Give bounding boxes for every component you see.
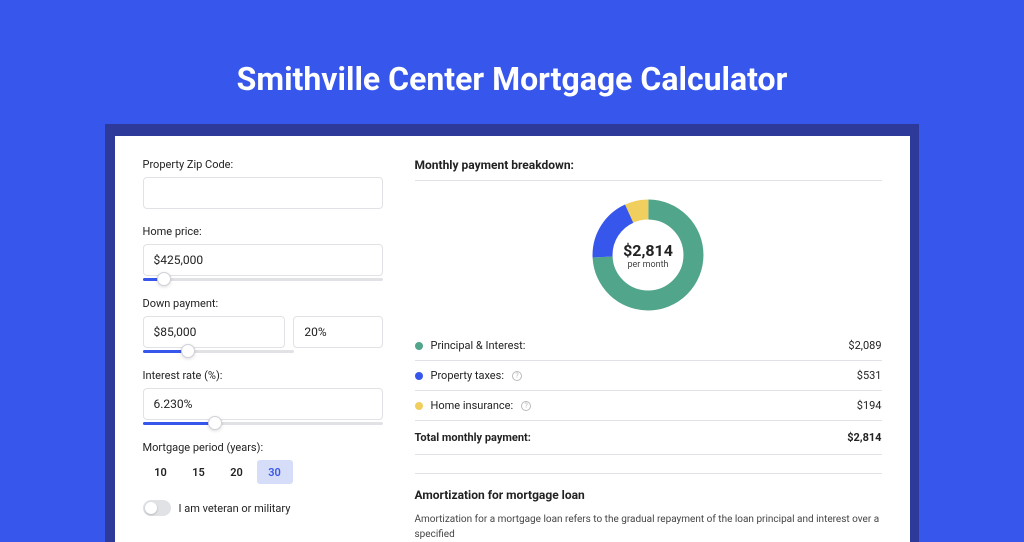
down-slider[interactable] [143,350,294,353]
rate-slider[interactable] [143,422,383,425]
down-percent-input[interactable] [293,316,382,348]
legend-row-taxes: Property taxes: ? $531 [415,360,882,390]
info-icon[interactable]: ? [521,401,531,411]
breakdown-title: Monthly payment breakdown: [415,158,882,181]
down-slider-thumb[interactable] [181,344,195,358]
period-btn-30[interactable]: 30 [257,460,293,484]
period-buttons: 10 15 20 30 [143,460,383,484]
donut-sublabel: per month [627,260,668,270]
legend-value: $531 [857,369,882,382]
price-input[interactable] [143,244,383,276]
rate-slider-thumb[interactable] [208,416,222,430]
donut-center: $2,814 per month [588,195,708,315]
panel-outer: Property Zip Code: Home price: Down paym… [105,124,919,542]
amortization-title: Amortization for mortgage loan [415,473,882,502]
rate-label: Interest rate (%): [143,369,383,382]
dot-icon [415,342,423,350]
form-column: Property Zip Code: Home price: Down paym… [143,158,383,542]
veteran-toggle[interactable] [143,500,171,516]
total-label: Total monthly payment: [415,431,531,444]
legend-label: Property taxes: [431,369,504,382]
calculator-panel: Property Zip Code: Home price: Down paym… [115,136,910,542]
veteran-label: I am veteran or military [179,502,291,515]
dot-icon [415,372,423,380]
period-btn-20[interactable]: 20 [219,460,255,484]
rate-input[interactable] [143,388,383,420]
legend: Principal & Interest: $2,089 Property ta… [415,331,882,421]
down-group: Down payment: [143,297,383,353]
rate-group: Interest rate (%): [143,369,383,425]
zip-group: Property Zip Code: [143,158,383,209]
legend-value: $2,089 [848,339,881,352]
period-label: Mortgage period (years): [143,441,383,454]
price-slider[interactable] [143,278,383,281]
down-label: Down payment: [143,297,383,310]
legend-value: $194 [857,399,882,412]
total-value: $2,814 [847,431,881,444]
price-group: Home price: [143,225,383,281]
donut-chart-wrap: $2,814 per month [415,195,882,315]
period-btn-10[interactable]: 10 [143,460,179,484]
amortization-text: Amortization for a mortgage loan refers … [415,512,882,542]
period-group: Mortgage period (years): 10 15 20 30 [143,441,383,484]
legend-label: Home insurance: [431,399,514,412]
down-amount-input[interactable] [143,316,286,348]
donut-amount: $2,814 [623,241,673,260]
period-btn-15[interactable]: 15 [181,460,217,484]
zip-input[interactable] [143,177,383,209]
price-slider-thumb[interactable] [157,272,171,286]
total-row: Total monthly payment: $2,814 [415,421,882,455]
legend-row-principal: Principal & Interest: $2,089 [415,331,882,360]
price-label: Home price: [143,225,383,238]
legend-row-insurance: Home insurance: ? $194 [415,390,882,420]
zip-label: Property Zip Code: [143,158,383,171]
breakdown-column: Monthly payment breakdown: $2,814 per mo… [415,158,882,542]
page-title: Smithville Center Mortgage Calculator [0,0,1024,124]
toggle-knob [145,502,157,514]
veteran-row: I am veteran or military [143,500,383,516]
info-icon[interactable]: ? [512,371,522,381]
legend-label: Principal & Interest: [431,339,526,352]
donut-chart: $2,814 per month [588,195,708,315]
dot-icon [415,402,423,410]
